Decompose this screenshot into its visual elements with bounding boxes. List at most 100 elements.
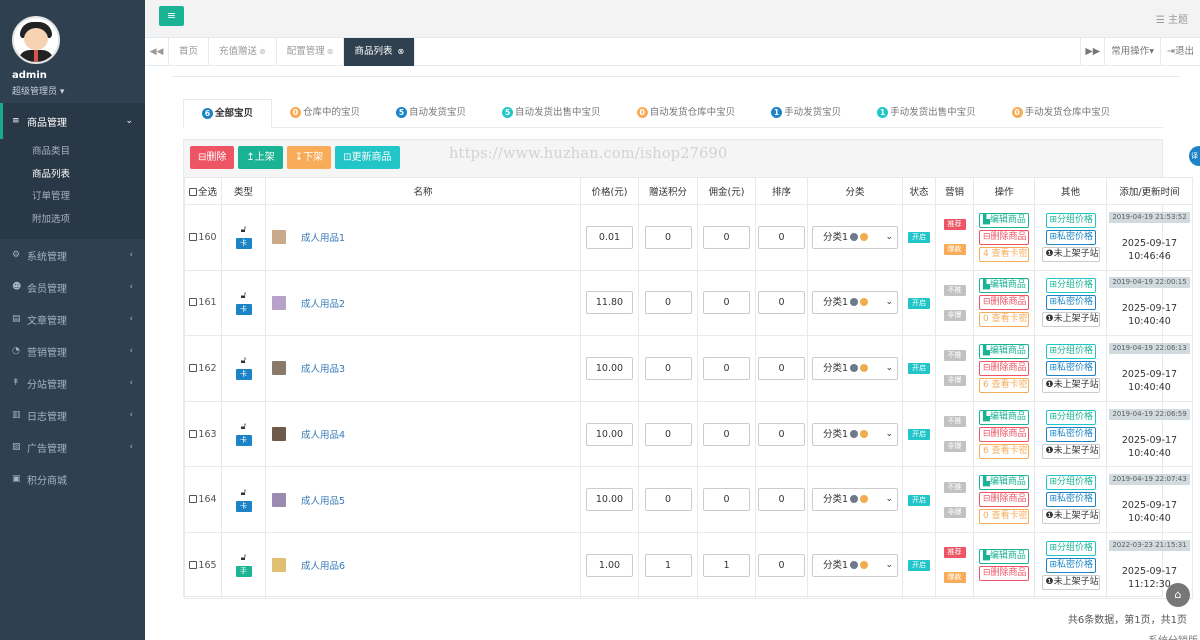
tabs-scroll-left-button[interactable]: ◀◀ <box>145 38 169 66</box>
price-input[interactable]: 0.01 <box>586 225 633 249</box>
hot-badge[interactable]: 爆款 <box>943 572 966 584</box>
tab-goods-list[interactable]: 商品列表 ⊗ <box>344 38 416 66</box>
unlock-icon[interactable]: 🔓︎ <box>241 291 247 301</box>
edit-goods-button[interactable]: ▙编辑商品 <box>979 549 1029 565</box>
product-name-link[interactable]: 成人用品4 <box>301 430 345 441</box>
edit-goods-button[interactable]: ▙编辑商品 <box>979 278 1029 294</box>
category-select[interactable]: 分类1 ⌄ <box>812 553 898 577</box>
menu-articles[interactable]: ▤ 文章管理 ‹ <box>0 303 145 335</box>
commission-input[interactable]: 0 <box>703 356 750 380</box>
sort-input[interactable]: 0 <box>758 488 805 512</box>
menu-goods[interactable]: ≡ 商品管理 ⌄ <box>0 103 145 139</box>
unlock-icon[interactable]: 🔓︎ <box>241 488 247 498</box>
edit-goods-button[interactable]: ▙编辑商品 <box>979 409 1029 425</box>
private-price-button[interactable]: ⊞私密价格 <box>1045 426 1096 442</box>
delete-goods-button[interactable]: ⊟删除商品 <box>979 360 1029 376</box>
substation-button[interactable]: ❶未上架子站 <box>1041 312 1100 328</box>
submenu-item-options[interactable]: 附加选项 <box>0 209 145 232</box>
status-badge[interactable]: 开启 <box>908 232 930 244</box>
edit-goods-button[interactable]: ▙编辑商品 <box>979 475 1029 491</box>
substation-button[interactable]: ❶未上架子站 <box>1041 443 1100 459</box>
substation-button[interactable]: ❶未上架子站 <box>1041 509 1100 525</box>
sort-input[interactable]: 0 <box>758 356 805 380</box>
select-all-header[interactable]: 全选 <box>184 177 222 205</box>
status-badge[interactable]: 开启 <box>908 560 930 572</box>
menu-ads[interactable]: ▨ 广告管理 ‹ <box>0 431 145 463</box>
close-icon[interactable]: ⊗ <box>327 47 334 56</box>
hot-badge[interactable]: 爆款 <box>943 244 966 256</box>
edit-goods-button[interactable]: ▙编辑商品 <box>979 212 1029 228</box>
product-thumbnail[interactable] <box>272 295 286 310</box>
product-thumbnail[interactable] <box>272 558 286 573</box>
close-icon[interactable]: ⊗ <box>398 47 405 56</box>
group-price-button[interactable]: ⊞分组价格 <box>1045 343 1096 359</box>
row-checkbox[interactable] <box>189 495 198 504</box>
recommend-badge[interactable]: 推荐 <box>943 547 966 559</box>
user-role-dropdown[interactable]: 超级管理员 ▾ <box>12 84 133 97</box>
hot-badge[interactable]: 非爆 <box>943 375 966 387</box>
menu-logs[interactable]: ▥ 日志管理 ‹ <box>0 399 145 431</box>
filter-tab[interactable]: 0 自动发货仓库中宝贝 <box>619 99 754 128</box>
group-price-button[interactable]: ⊞分组价格 <box>1045 475 1096 491</box>
menu-substations[interactable]: ↟ 分站管理 ‹ <box>0 367 145 399</box>
view-cards-button[interactable]: 6 查看卡密 <box>979 443 1029 459</box>
unlock-icon[interactable]: 🔓︎ <box>241 225 247 235</box>
price-input[interactable]: 10.00 <box>586 488 633 512</box>
hot-badge[interactable]: 非爆 <box>943 441 966 453</box>
hot-badge[interactable]: 非爆 <box>943 506 966 518</box>
submenu-item-category[interactable]: 商品类目 <box>0 141 145 164</box>
private-price-button[interactable]: ⊞私密价格 <box>1045 360 1096 376</box>
commission-input[interactable]: 0 <box>703 291 750 315</box>
product-name-link[interactable]: 成人用品3 <box>301 364 345 375</box>
status-badge[interactable]: 开启 <box>908 494 930 506</box>
row-checkbox[interactable] <box>189 232 198 241</box>
row-checkbox[interactable] <box>189 298 198 307</box>
group-price-button[interactable]: ⊞分组价格 <box>1045 212 1096 228</box>
menu-points-mall[interactable]: ▣ 积分商城 <box>0 463 145 495</box>
points-input[interactable]: 1 <box>644 553 692 577</box>
tab-recharge-gift[interactable]: 充值赠送 ⊗ <box>209 38 277 66</box>
sort-input[interactable]: 0 <box>758 225 805 249</box>
group-price-button[interactable]: ⊞分组价格 <box>1045 540 1096 556</box>
delete-goods-button[interactable]: ⊟删除商品 <box>979 426 1029 442</box>
edit-goods-button[interactable]: ▙编辑商品 <box>979 343 1029 359</box>
private-price-button[interactable]: ⊞私密价格 <box>1045 492 1096 508</box>
back-to-top-button[interactable]: ⌂ <box>1166 583 1190 607</box>
view-cards-button[interactable]: 0 查看卡密 <box>979 312 1029 328</box>
sort-input[interactable]: 0 <box>758 422 805 446</box>
product-name-link[interactable]: 成人用品2 <box>301 299 345 310</box>
menu-members[interactable]: ☻ 会员管理 ‹ <box>0 271 145 303</box>
refresh-goods-button[interactable]: ⊡更新商品 <box>335 146 400 169</box>
unlock-icon[interactable]: 🔓︎ <box>241 553 247 563</box>
substation-button[interactable]: ❶未上架子站 <box>1041 246 1100 262</box>
recommend-badge[interactable]: 不推 <box>943 350 966 362</box>
shelve-down-button[interactable]: ↧下架 <box>286 146 332 169</box>
hot-badge[interactable]: 非爆 <box>943 309 966 321</box>
group-price-button[interactable]: ⊞分组价格 <box>1045 278 1096 294</box>
group-price-button[interactable]: ⊞分组价格 <box>1045 409 1096 425</box>
filter-tab[interactable]: 5 自动发货宝贝 <box>378 99 484 128</box>
product-thumbnail[interactable] <box>272 361 286 376</box>
common-ops-dropdown[interactable]: 常用操作▾ <box>1104 38 1160 66</box>
exit-button[interactable]: ⇥退出 <box>1160 38 1200 66</box>
filter-tab[interactable]: 1 手动发货宝贝 <box>753 99 859 128</box>
category-select[interactable]: 分类1 ⌄ <box>812 488 898 512</box>
delete-button[interactable]: ⊟删除 <box>190 146 235 169</box>
delete-goods-button[interactable]: ⊟删除商品 <box>979 229 1029 245</box>
theme-button[interactable]: ☰ 主题 <box>1156 11 1188 26</box>
submenu-item-orders[interactable]: 订单管理 <box>0 186 145 209</box>
row-checkbox[interactable] <box>189 560 198 569</box>
filter-tab[interactable]: 0 手动发货仓库中宝贝 <box>994 99 1129 128</box>
private-price-button[interactable]: ⊞私密价格 <box>1045 557 1096 573</box>
tab-config[interactable]: 配置管理 ⊗ <box>277 38 345 66</box>
avatar[interactable] <box>12 16 60 64</box>
filter-tab[interactable]: 1 手动发货出售中宝贝 <box>859 99 994 128</box>
recommend-badge[interactable]: 不推 <box>943 416 966 428</box>
filter-tab[interactable]: 6 全部宝贝 <box>183 99 273 128</box>
tabs-scroll-right-button[interactable]: ▶▶ <box>1080 38 1104 66</box>
price-input[interactable]: 1.00 <box>586 553 633 577</box>
points-input[interactable]: 0 <box>644 422 692 446</box>
product-name-link[interactable]: 成人用品5 <box>301 496 345 507</box>
view-cards-button[interactable]: 6 查看卡密 <box>979 377 1029 393</box>
commission-input[interactable]: 0 <box>703 225 750 249</box>
